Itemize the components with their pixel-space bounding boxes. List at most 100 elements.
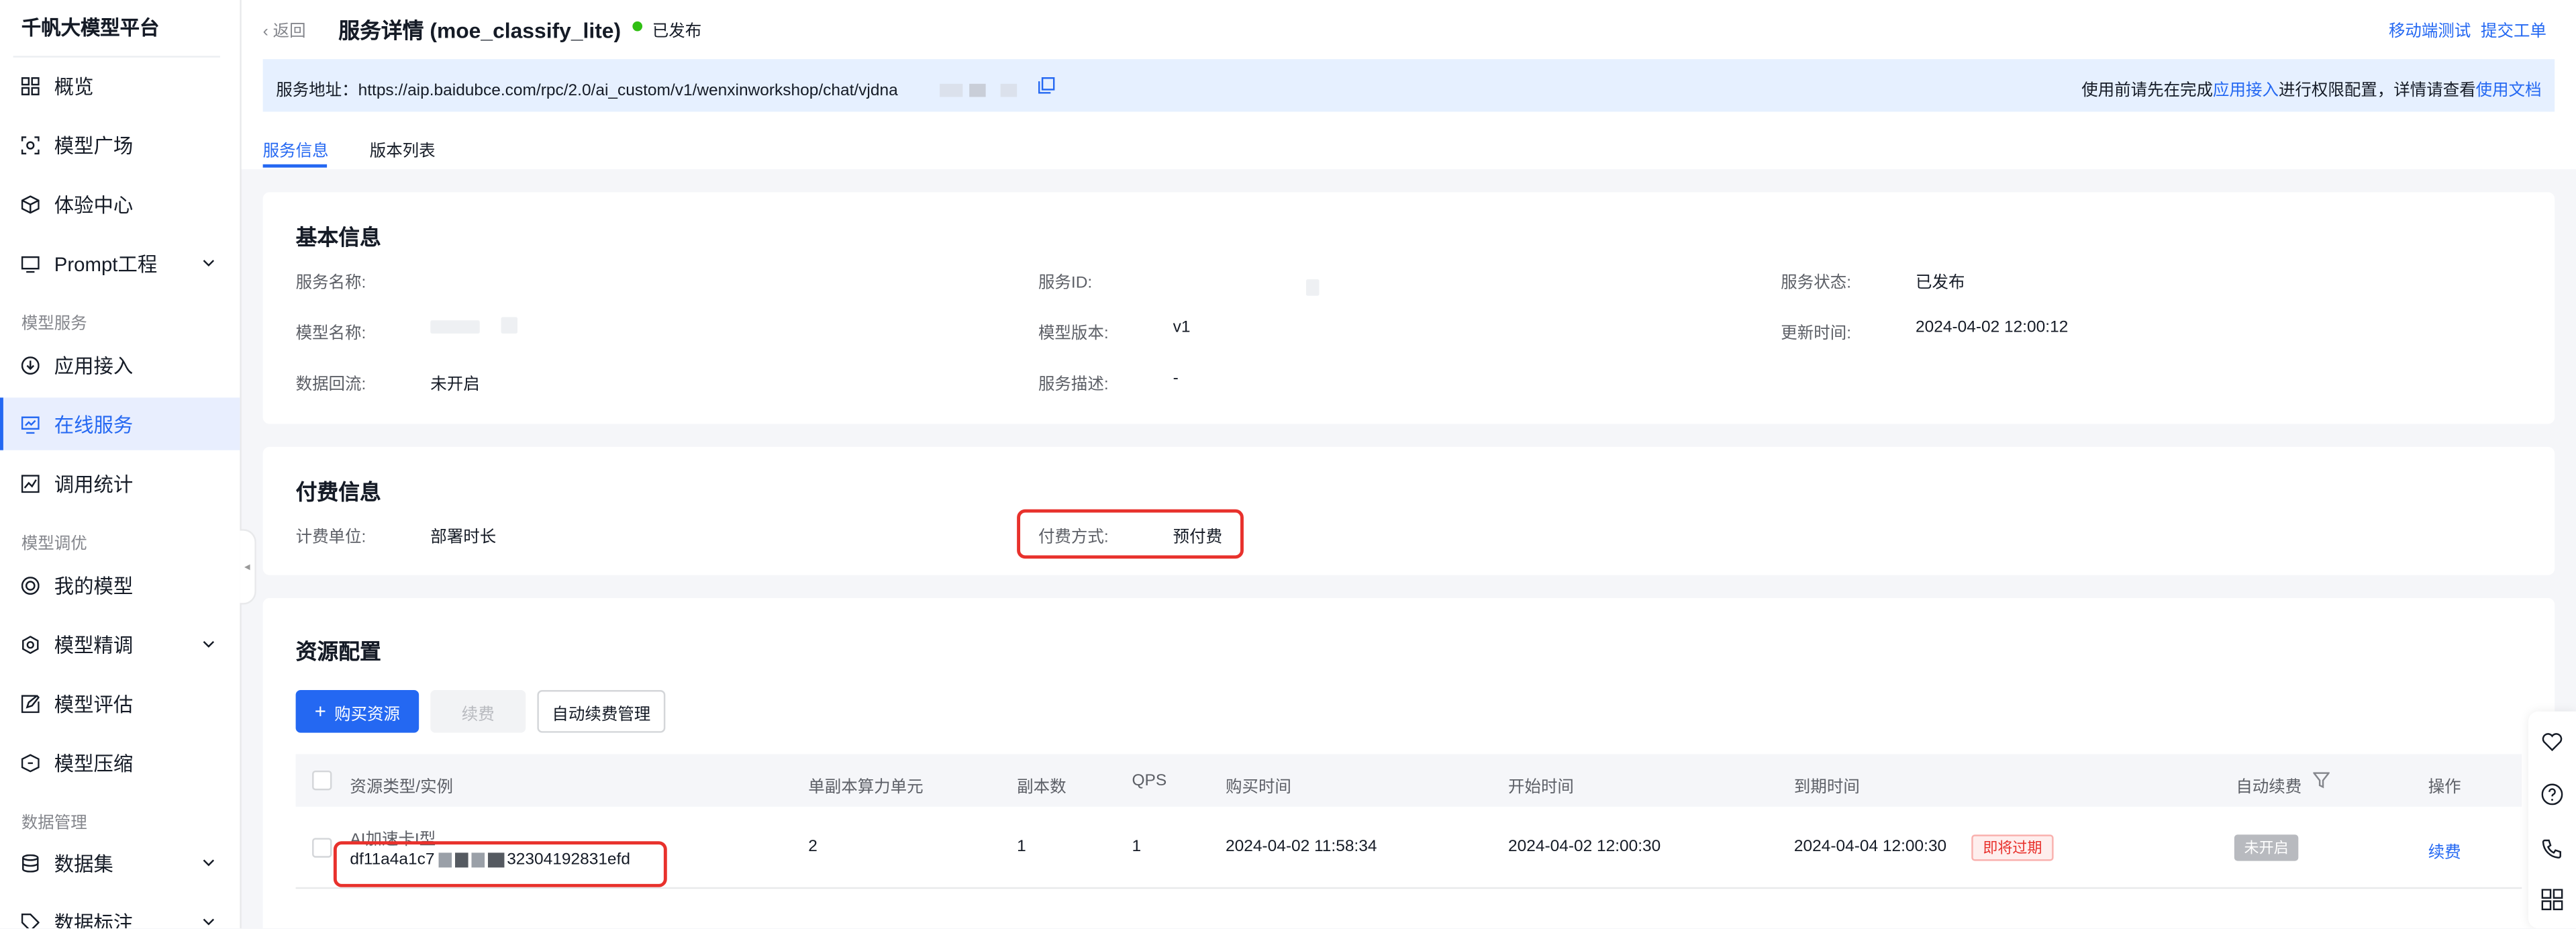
column-header: 副本数: [1017, 779, 1067, 797]
tab-indicator: [262, 164, 328, 168]
field-value: 2024-04-02 12:00:12: [1916, 318, 2069, 337]
app-access-link[interactable]: 应用接入: [2213, 82, 2279, 100]
field-label: 服务ID:: [1038, 274, 1093, 293]
sidebar-item-overview[interactable]: 概览: [0, 59, 240, 111]
floating-toolbar: [2528, 711, 2576, 928]
sidebar-item-data-label[interactable]: 数据标注: [0, 895, 240, 928]
tab-service-info[interactable]: 服务信息: [263, 136, 329, 161]
row-checkbox[interactable]: [312, 838, 332, 858]
column-header: QPS: [1132, 772, 1167, 791]
section-title: 资源配置: [295, 639, 381, 664]
service-address: 服务地址：https://aip.baidubce.com/rpc/2.0/ai…: [276, 82, 898, 101]
sidebar-item-app-access[interactable]: 应用接入: [0, 338, 240, 391]
auto-renew-manage-button[interactable]: 自动续费管理: [537, 690, 666, 733]
sidebar-collapse-toggle[interactable]: ◂: [240, 529, 256, 605]
billing-card: [262, 446, 2555, 575]
column-header: 单副本算力单元: [808, 779, 924, 797]
qrcode-icon[interactable]: [2541, 889, 2563, 911]
prompt-icon: [19, 253, 39, 273]
download-icon: [19, 355, 39, 375]
divider: [295, 887, 2522, 889]
divider: [13, 56, 220, 58]
sidebar-item-label: 模型评估: [54, 692, 134, 716]
field-label: 服务描述:: [1038, 376, 1109, 395]
masked-text: [1305, 279, 1320, 296]
table-header: [295, 754, 2522, 807]
expiring-badge: 即将过期: [1971, 834, 2054, 861]
sidebar-item-my-models[interactable]: 我的模型: [0, 558, 240, 611]
select-all-checkbox[interactable]: [312, 770, 332, 791]
tab-version-list[interactable]: 版本列表: [370, 136, 436, 161]
database-icon: [19, 852, 39, 872]
replicas-cell: 1: [1017, 838, 1026, 857]
units-cell: 2: [808, 838, 818, 857]
gear-hex-icon: [19, 634, 39, 654]
copy-icon[interactable]: [1038, 77, 1055, 94]
field-label: 更新时间:: [1781, 325, 1852, 344]
page-title: 服务详情 (moe_classify_lite): [338, 17, 622, 43]
status-badge: 已发布: [652, 23, 702, 42]
sidebar-item-label: 模型广场: [54, 134, 134, 157]
sidebar-item-online-service[interactable]: 在线服务: [0, 397, 240, 450]
chart-icon: [19, 473, 39, 493]
column-header: 操作: [2428, 779, 2461, 797]
chevron-down-icon: [203, 859, 215, 867]
start-time-cell: 2024-04-02 12:00:30: [1507, 838, 1661, 857]
sidebar-item-prompt[interactable]: Prompt工程: [0, 236, 240, 289]
column-header: 到期时间: [1793, 779, 1860, 797]
edit-icon: [19, 693, 39, 713]
column-header: 开始时间: [1507, 779, 1574, 797]
help-icon[interactable]: [2541, 783, 2563, 805]
buy-resource-button[interactable]: + 购买资源: [295, 690, 419, 733]
field-value: -: [1173, 369, 1179, 388]
sidebar-item-label: 我的模型: [54, 574, 134, 597]
sidebar-item-call-stats[interactable]: 调用统计: [0, 456, 240, 509]
submit-ticket-link[interactable]: 提交工单: [2481, 16, 2546, 41]
sidebar-item-finetune[interactable]: 模型精调: [0, 618, 240, 670]
monitor-icon: [19, 414, 39, 434]
mobile-test-link[interactable]: 移动端测试: [2389, 16, 2471, 41]
sidebar-item-compress[interactable]: 模型压缩: [0, 736, 240, 789]
phone-icon[interactable]: [2542, 838, 2563, 859]
basic-info-card: [262, 192, 2555, 424]
filter-icon[interactable]: [2313, 772, 2330, 789]
renew-button[interactable]: 续费: [430, 690, 526, 733]
nav-group-label: 模型服务: [21, 315, 87, 334]
docs-link[interactable]: 使用文档: [2476, 82, 2542, 100]
qps-cell: 1: [1132, 838, 1142, 857]
tag-icon: [19, 912, 39, 928]
sidebar-item-label: 模型精调: [54, 633, 134, 656]
plus-icon: +: [314, 699, 326, 723]
row-renew-link[interactable]: 续费: [2428, 838, 2461, 863]
app-window: 千帆大模型平台 概览 模型广场 体验中心 Prompt工程 模型服务 应用接入 …: [0, 0, 2576, 928]
expire-time-cell: 2024-04-04 12:00:30: [1793, 838, 1947, 857]
chevron-down-icon: [203, 640, 215, 648]
field-label: 计费单位:: [295, 529, 366, 548]
sidebar-item-label: 体验中心: [54, 193, 134, 216]
back-link[interactable]: ‹ 返回: [263, 16, 306, 41]
sidebar-item-label: Prompt工程: [54, 252, 158, 275]
status-dot: [632, 21, 643, 32]
masked-text: [969, 83, 986, 97]
field-value: 未开启: [430, 376, 480, 395]
chevron-down-icon: [203, 260, 215, 267]
field-value: 已发布: [1916, 274, 1965, 293]
field-label: 模型版本:: [1038, 325, 1109, 344]
nav-group-label: 模型调优: [21, 535, 87, 554]
sidebar-item-experience[interactable]: 体验中心: [0, 177, 240, 230]
section-title: 付费信息: [295, 479, 381, 505]
highlight-box: [1017, 509, 1244, 559]
sidebar-item-dataset[interactable]: 数据集: [0, 836, 240, 889]
sidebar-item-model-square[interactable]: 模型广场: [0, 118, 240, 170]
sidebar-item-evaluate[interactable]: 模型评估: [0, 677, 240, 729]
nav-group-label: 数据管理: [21, 815, 87, 833]
field-label: 模型名称:: [295, 325, 366, 344]
buy-time-cell: 2024-04-02 11:58:34: [1225, 838, 1377, 857]
heart-icon[interactable]: [2542, 731, 2563, 752]
sidebar-item-label: 数据标注: [54, 911, 134, 928]
chevron-down-icon: [203, 918, 215, 926]
target-icon: [19, 575, 39, 595]
scan-icon: [19, 135, 39, 154]
field-value: v1: [1173, 318, 1191, 337]
sidebar-item-label: 数据集: [54, 852, 113, 875]
